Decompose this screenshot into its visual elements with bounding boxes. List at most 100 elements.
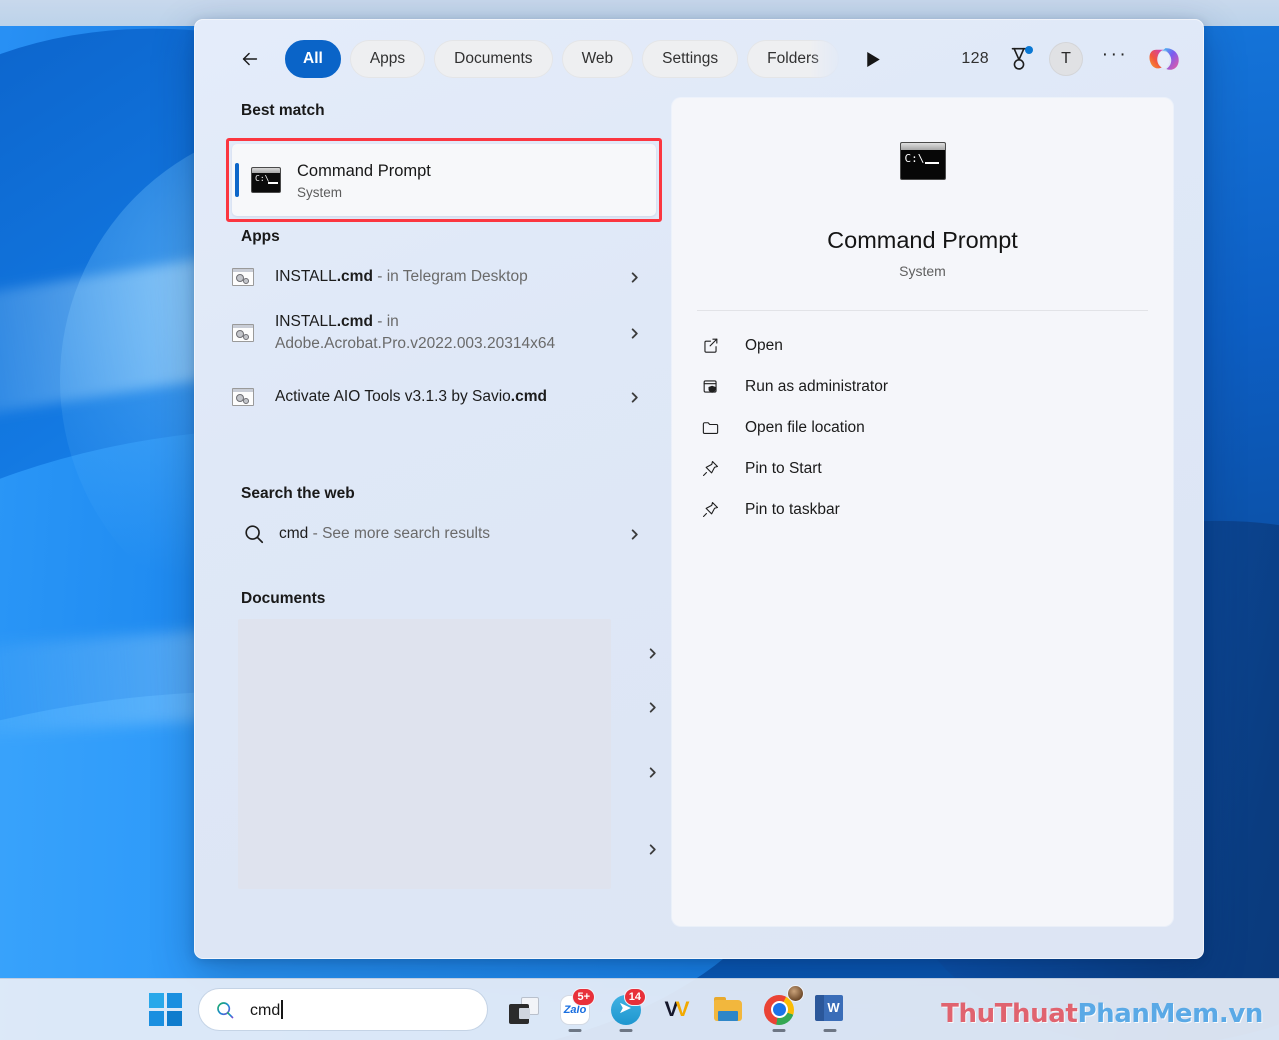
command-prompt-icon-cursor xyxy=(268,182,278,184)
results-column: Best match C:\ Command Prompt System App… xyxy=(195,98,672,958)
section-heading-documents: Documents xyxy=(241,590,326,607)
task-view-button[interactable] xyxy=(501,986,547,1034)
documents-loading-placeholder xyxy=(238,619,611,889)
rewards-medal-icon[interactable] xyxy=(1006,46,1033,72)
winrar-icon: VV xyxy=(664,997,690,1021)
divider xyxy=(697,310,1148,311)
chevron-right-icon[interactable] xyxy=(643,840,661,858)
action-label: Pin to Start xyxy=(745,459,822,477)
best-match-title: Command Prompt xyxy=(297,161,431,180)
chevron-right-icon[interactable] xyxy=(643,644,661,662)
chevron-right-icon[interactable] xyxy=(625,388,643,406)
desktop: All Apps Documents Web Settings Folders … xyxy=(0,0,1279,1040)
watermark-part-1: ThuThuat xyxy=(941,999,1078,1029)
web-search-result[interactable]: cmd - See more search results xyxy=(232,512,656,556)
taskbar-app-word[interactable]: W xyxy=(807,986,853,1034)
preview-subtitle: System xyxy=(899,263,946,279)
taskbar-left-group: cmd Zalo 5+ ➤ 14 VV W xyxy=(0,984,853,1034)
app-name-extension: .cmd xyxy=(336,313,373,330)
pin-icon xyxy=(698,498,722,522)
section-heading-apps: Apps xyxy=(241,228,280,245)
app-result-label: Activate AIO Tools v3.1.3 by Savio.cmd xyxy=(275,386,547,408)
action-label: Pin to taskbar xyxy=(745,500,840,518)
search-input[interactable]: cmd xyxy=(199,989,487,1030)
filter-bar: All Apps Documents Web Settings Folders … xyxy=(195,20,1203,98)
action-run-as-administrator[interactable]: Run as administrator xyxy=(694,366,1173,407)
command-prompt-icon-text: C:\ xyxy=(904,152,925,165)
app-result-row[interactable]: INSTALL.cmd - in Adobe.Acrobat.Pro.v2022… xyxy=(232,305,656,361)
watermark-part-2: PhanMem.vn xyxy=(1077,999,1263,1029)
open-external-icon xyxy=(698,334,722,358)
filter-pill-all[interactable]: All xyxy=(285,40,341,78)
chevron-right-icon[interactable] xyxy=(625,525,643,543)
preview-title: Command Prompt xyxy=(827,227,1018,253)
preview-panel: C:\ Command Prompt System Open Run as ad… xyxy=(672,98,1173,926)
app-name-plain: INSTALL xyxy=(275,268,337,285)
avatar[interactable]: T xyxy=(1049,42,1083,76)
app-result-row[interactable]: INSTALL.cmd - in Telegram Desktop xyxy=(232,255,656,299)
search-input-text: cmd xyxy=(250,999,283,1020)
web-search-query: cmd xyxy=(279,525,309,542)
web-search-detail: - See more search results xyxy=(308,525,491,542)
chevron-right-icon[interactable] xyxy=(643,763,661,781)
command-prompt-icon-cursor xyxy=(924,162,939,164)
chevron-right-icon[interactable] xyxy=(625,268,643,286)
taskbar-app-file-explorer[interactable] xyxy=(705,986,751,1034)
app-detail: - in Telegram Desktop xyxy=(372,268,528,285)
search-flyout: All Apps Documents Web Settings Folders … xyxy=(194,19,1204,959)
taskbar-app-chrome[interactable] xyxy=(756,984,804,1034)
section-heading-search-the-web: Search the web xyxy=(241,485,355,502)
taskbar-app-telegram[interactable]: ➤ 14 xyxy=(603,986,649,1034)
filter-scroll-next-button[interactable] xyxy=(859,44,887,74)
action-pin-to-start[interactable]: Pin to Start xyxy=(694,448,1173,489)
section-heading-best-match: Best match xyxy=(241,102,325,119)
more-options-button[interactable]: ··· xyxy=(1100,44,1130,74)
search-input-value: cmd xyxy=(250,1001,281,1019)
arrow-left-icon xyxy=(242,52,258,66)
command-prompt-icon: C:\ xyxy=(899,142,946,180)
action-open[interactable]: Open xyxy=(694,325,1173,366)
windows-logo-icon xyxy=(148,993,182,1026)
rewards-notification-dot xyxy=(1025,46,1033,54)
word-icon: W xyxy=(815,994,845,1025)
filter-pill-list: All Apps Documents Web Settings Folders … xyxy=(285,40,843,78)
best-match-result[interactable]: C:\ Command Prompt System xyxy=(232,144,656,216)
filter-pill-documents[interactable]: Documents xyxy=(434,40,553,78)
text-cursor xyxy=(281,999,283,1019)
app-detail-line2: Adobe.Acrobat.Pro.v2022.003.20314x64 xyxy=(275,335,556,352)
action-pin-to-taskbar[interactable]: Pin to taskbar xyxy=(694,489,1173,530)
play-arrow-icon xyxy=(866,51,880,67)
file-explorer-icon xyxy=(713,995,743,1025)
action-open-file-location[interactable]: Open file location xyxy=(694,407,1173,448)
chevron-right-icon[interactable] xyxy=(643,698,661,716)
action-label: Run as administrator xyxy=(745,377,889,395)
notification-badge: 5+ xyxy=(572,987,595,1006)
filter-pill-folders[interactable]: Folders xyxy=(747,40,839,78)
best-match-subtitle: System xyxy=(297,185,343,201)
best-match-text: Command Prompt System xyxy=(297,160,431,200)
copilot-icon[interactable] xyxy=(1147,42,1181,76)
app-result-row[interactable]: Activate AIO Tools v3.1.3 by Savio.cmd xyxy=(232,369,656,425)
chevron-right-icon[interactable] xyxy=(625,324,643,342)
back-button[interactable] xyxy=(233,42,267,76)
script-file-icon xyxy=(232,268,254,286)
app-name-extension: .cmd xyxy=(336,268,373,285)
taskbar-app-zalo[interactable]: Zalo 5+ xyxy=(552,986,598,1034)
app-name-extension: .cmd xyxy=(510,388,547,405)
app-result-label: INSTALL.cmd - in Adobe.Acrobat.Pro.v2022… xyxy=(275,311,555,355)
taskbar: cmd Zalo 5+ ➤ 14 VV W ThuThuatPhanMem.vn xyxy=(0,978,1279,1040)
start-button[interactable] xyxy=(141,986,189,1034)
command-prompt-icon: C:\ xyxy=(251,167,281,193)
filter-pill-apps[interactable]: Apps xyxy=(349,40,426,78)
app-result-label: INSTALL.cmd - in Telegram Desktop xyxy=(275,266,528,288)
flyout-body: Best match C:\ Command Prompt System App… xyxy=(195,98,1203,958)
app-name-plain: INSTALL xyxy=(275,313,337,330)
action-label: Open file location xyxy=(745,418,865,436)
app-name-plain: Activate AIO Tools v3.1.3 by Savio xyxy=(275,388,511,405)
taskbar-app-list: Zalo 5+ ➤ 14 VV W xyxy=(501,984,853,1034)
web-search-label: cmd - See more search results xyxy=(279,525,490,543)
filter-pill-web[interactable]: Web xyxy=(561,40,634,78)
header-actions: 128 T ··· xyxy=(961,42,1181,76)
filter-pill-settings[interactable]: Settings xyxy=(642,40,739,78)
taskbar-app-winrar[interactable]: VV xyxy=(654,986,700,1034)
